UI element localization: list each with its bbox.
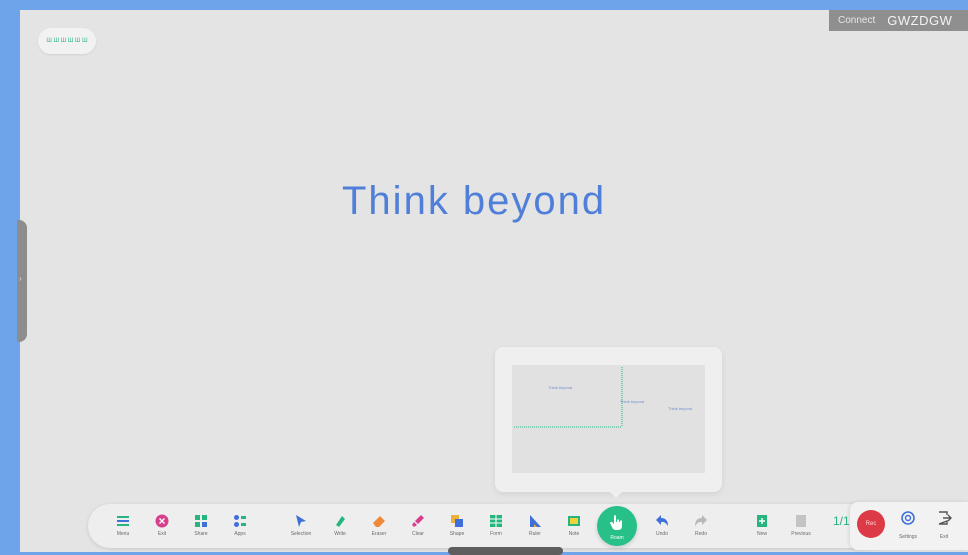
user-chip[interactable]: Ш Ш Ш Ш Ш Ш — [38, 28, 96, 54]
bottom-handle[interactable] — [448, 547, 563, 555]
chevron-right-icon: › — [19, 274, 22, 283]
ruler-tool[interactable]: Ruler — [516, 510, 554, 546]
previous-page-button[interactable]: Previous — [782, 510, 820, 546]
bottom-toolbar: Menu Exit Share Apps Selection Write Era… — [88, 504, 888, 548]
eraser-icon — [373, 516, 385, 527]
eraser-label: Eraser — [371, 531, 387, 537]
exit-button[interactable]: Exit — [143, 510, 181, 546]
page-icon — [796, 515, 806, 527]
exit-app-button[interactable]: Exit — [927, 510, 961, 540]
redo-button[interactable]: Redo — [682, 510, 720, 546]
page-number[interactable]: 1/1 — [833, 514, 850, 528]
apps-button[interactable]: Apps — [221, 510, 259, 546]
handwriting-text: Think beyond — [342, 179, 606, 223]
apps-label: Apps — [234, 531, 246, 537]
handwriting-text-label: Think beyond — [342, 179, 606, 223]
share-label: Share — [194, 531, 208, 537]
write-label: Write — [334, 531, 346, 537]
menu-icon — [117, 516, 129, 526]
note-tool[interactable]: Note — [555, 510, 593, 546]
menu-label: Menu — [116, 531, 130, 537]
hand-pointer-icon — [610, 515, 622, 530]
undo-icon — [656, 515, 668, 526]
shape-tool[interactable]: Shape — [438, 510, 476, 546]
new-page-label: New — [756, 531, 767, 537]
clear-tool[interactable]: Clear — [399, 510, 437, 546]
form-tool[interactable]: Form — [477, 510, 515, 546]
ruler-icon — [530, 515, 541, 527]
page-preview-canvas[interactable]: Think beyond Think beyond Think beyond — [512, 365, 705, 473]
close-circle-icon — [155, 514, 169, 528]
undo-button[interactable]: Undo — [643, 510, 681, 546]
settings-button[interactable]: Settings — [891, 510, 925, 540]
user-chip-label: Ш Ш Ш Ш Ш Ш — [46, 38, 88, 44]
shape-icon — [451, 515, 463, 527]
connect-code: GWZDGW — [887, 13, 953, 28]
whiteboard-canvas[interactable] — [20, 10, 968, 552]
note-label: Note — [568, 531, 580, 537]
undo-label: Undo — [656, 531, 668, 537]
gear-icon — [901, 511, 915, 525]
exit-label: Exit — [157, 531, 167, 537]
exit-app-label: Exit — [939, 534, 949, 540]
connect-bar[interactable]: Connect GWZDGW — [829, 10, 968, 31]
preview-text-1: Think beyond — [548, 385, 572, 390]
grid-icon — [195, 515, 207, 527]
menu-button[interactable]: Menu — [104, 510, 142, 546]
form-label: Form — [490, 531, 502, 537]
ruler-label: Ruler — [529, 531, 541, 537]
table-icon — [490, 515, 502, 527]
redo-icon — [695, 515, 707, 526]
pen-icon — [336, 516, 345, 527]
record-label: Rec — [865, 521, 877, 527]
roam-label: Roam — [610, 535, 624, 541]
redo-label: Redo — [695, 531, 707, 537]
exit-icon — [938, 511, 952, 525]
page-preview-popup[interactable]: Think beyond Think beyond Think beyond — [495, 347, 722, 498]
side-panel-handle[interactable]: › — [17, 220, 27, 342]
note-icon — [568, 516, 580, 526]
selection-tool[interactable]: Selection — [282, 510, 320, 546]
share-button[interactable]: Share — [182, 510, 220, 546]
apps-icon — [234, 515, 246, 527]
eraser-tool[interactable]: Eraser — [360, 510, 398, 546]
write-tool[interactable]: Write — [321, 510, 359, 546]
new-page-button[interactable]: New — [743, 510, 781, 546]
shape-label: Shape — [449, 531, 465, 537]
settings-label: Settings — [898, 534, 918, 540]
add-page-icon — [757, 515, 767, 527]
connect-label: Connect — [838, 15, 876, 26]
preview-text-3: Think beyond — [668, 406, 692, 411]
clear-label: Clear — [412, 531, 424, 537]
preview-text-2: Think beyond — [620, 399, 644, 404]
brush-icon — [412, 515, 424, 527]
previous-page-label: Previous — [791, 531, 811, 537]
right-action-panel: Rec Settings Exit — [850, 502, 968, 550]
cursor-icon — [296, 515, 306, 527]
preview-thumbnail: Think beyond Think beyond Think beyond — [514, 367, 692, 428]
selection-label: Selection — [290, 531, 312, 537]
roam-tool[interactable]: Roam — [597, 506, 637, 546]
record-button[interactable]: Rec — [857, 510, 885, 538]
